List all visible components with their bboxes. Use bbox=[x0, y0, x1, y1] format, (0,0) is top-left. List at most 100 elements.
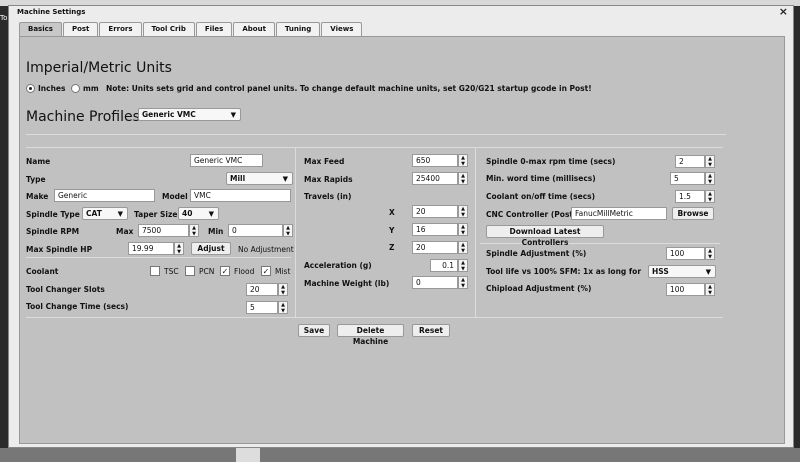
cnc-controller-input[interactable]: FanucMillMetric bbox=[571, 207, 667, 220]
save-button[interactable]: Save bbox=[298, 324, 330, 337]
type-select[interactable]: Mill ▼ bbox=[226, 172, 293, 185]
spindle-rpm-time-label: Spindle 0-max rpm time (secs) bbox=[486, 157, 616, 166]
tab-tuning[interactable]: Tuning bbox=[275, 22, 321, 36]
coolant-time-stepper[interactable]: ▲ ▼ bbox=[705, 190, 715, 203]
coolant-time-label: Coolant on/off time (secs) bbox=[486, 192, 596, 201]
spin-down-icon[interactable]: ▼ bbox=[461, 179, 465, 185]
spin-down-icon[interactable]: ▼ bbox=[708, 162, 712, 168]
max-rpm-stepper[interactable]: ▲ ▼ bbox=[189, 224, 199, 237]
make-input[interactable]: Generic bbox=[54, 189, 155, 202]
word-time-input[interactable]: 5 bbox=[670, 172, 705, 185]
spin-down-icon[interactable]: ▼ bbox=[461, 266, 465, 272]
spin-down-icon[interactable]: ▼ bbox=[461, 161, 465, 167]
acceleration-input[interactable]: 0.1 bbox=[430, 259, 458, 272]
name-input[interactable]: Generic VMC bbox=[190, 154, 263, 167]
close-icon[interactable]: × bbox=[779, 5, 788, 18]
dialog-titlebar[interactable]: Machine Settings × bbox=[9, 5, 793, 19]
profile-select[interactable]: Generic VMC ▼ bbox=[138, 108, 241, 121]
coolant-time-input[interactable]: 1.5 bbox=[675, 190, 705, 203]
y-travel-input[interactable]: 16 bbox=[412, 223, 458, 236]
tool-changer-slots-input[interactable]: 20 bbox=[246, 283, 278, 296]
max-rpm-input[interactable]: 7500 bbox=[138, 224, 189, 237]
check-icon: ✓ bbox=[262, 267, 270, 276]
chevron-down-icon: ▼ bbox=[230, 111, 236, 119]
min-rpm-label: Min bbox=[208, 227, 224, 236]
word-time-stepper[interactable]: ▲ ▼ bbox=[705, 172, 715, 185]
tool-change-time-label: Tool Change Time (secs) bbox=[26, 302, 129, 311]
profiles-heading: Machine Profiles bbox=[26, 109, 140, 125]
units-note: Note: Units sets grid and control panel … bbox=[106, 84, 592, 93]
max-spindle-hp-stepper[interactable]: ▲ ▼ bbox=[174, 242, 184, 255]
spin-down-icon[interactable]: ▼ bbox=[177, 249, 181, 255]
x-travel-stepper[interactable]: ▲ ▼ bbox=[458, 205, 468, 218]
spin-down-icon[interactable]: ▼ bbox=[461, 230, 465, 236]
machine-weight-stepper[interactable]: ▲ ▼ bbox=[458, 276, 468, 289]
taper-size-select[interactable]: 40 ▼ bbox=[178, 207, 219, 220]
flood-checkbox[interactable]: ✓ bbox=[220, 266, 230, 276]
tool-changer-slots-label: Tool Changer Slots bbox=[26, 285, 105, 294]
tab-errors[interactable]: Errors bbox=[99, 22, 142, 36]
model-input[interactable]: VMC bbox=[190, 189, 291, 202]
spin-down-icon[interactable]: ▼ bbox=[708, 254, 712, 260]
delete-machine-button[interactable]: Delete Machine bbox=[337, 324, 404, 346]
tab-about[interactable]: About bbox=[233, 22, 275, 36]
max-rapids-stepper[interactable]: ▲ ▼ bbox=[458, 172, 468, 185]
spin-down-icon[interactable]: ▼ bbox=[461, 283, 465, 289]
chevron-down-icon: ▼ bbox=[282, 175, 288, 183]
spindle-adjustment-label: Spindle Adjustment (%) bbox=[486, 249, 587, 258]
tool-change-time-stepper[interactable]: ▲ ▼ bbox=[278, 301, 288, 314]
min-rpm-stepper[interactable]: ▲ ▼ bbox=[283, 224, 293, 237]
spin-down-icon[interactable]: ▼ bbox=[192, 231, 196, 237]
z-travel-stepper[interactable]: ▲ ▼ bbox=[458, 241, 468, 254]
tab-post[interactable]: Post bbox=[62, 22, 99, 36]
download-controllers-button[interactable]: Download Latest Controllers bbox=[486, 225, 604, 247]
name-label: Name bbox=[26, 157, 51, 166]
tab-bar: Basics Post Errors Tool Crib Files About… bbox=[19, 22, 363, 36]
tsc-checkbox[interactable] bbox=[150, 266, 160, 276]
spin-down-icon[interactable]: ▼ bbox=[708, 290, 712, 296]
z-travel-input[interactable]: 20 bbox=[412, 241, 458, 254]
acceleration-stepper[interactable]: ▲ ▼ bbox=[458, 259, 468, 272]
spindle-rpm-time-input[interactable]: 2 bbox=[675, 155, 705, 168]
model-label: Model bbox=[162, 192, 188, 201]
spin-down-icon[interactable]: ▼ bbox=[281, 308, 285, 314]
spin-down-icon[interactable]: ▼ bbox=[286, 231, 290, 237]
spindle-rpm-time-stepper[interactable]: ▲ ▼ bbox=[705, 155, 715, 168]
chipload-adjustment-stepper[interactable]: ▲ ▼ bbox=[705, 283, 715, 296]
dialog-title: Machine Settings bbox=[17, 8, 86, 16]
chipload-adjustment-label: Chipload Adjustment (%) bbox=[486, 284, 592, 293]
spindle-type-select[interactable]: CAT ▼ bbox=[82, 207, 128, 220]
tab-tool-crib[interactable]: Tool Crib bbox=[142, 22, 195, 36]
tool-change-time-input[interactable]: 5 bbox=[246, 301, 278, 314]
min-rpm-input[interactable]: 0 bbox=[228, 224, 283, 237]
tab-basics[interactable]: Basics bbox=[19, 22, 62, 36]
units-heading: Imperial/Metric Units bbox=[26, 60, 172, 76]
spin-down-icon[interactable]: ▼ bbox=[708, 197, 712, 203]
tool-life-label: Tool life vs 100% SFM: 1x as long for bbox=[486, 267, 642, 276]
max-feed-stepper[interactable]: ▲ ▼ bbox=[458, 154, 468, 167]
spin-down-icon[interactable]: ▼ bbox=[708, 179, 712, 185]
browse-button[interactable]: Browse bbox=[672, 207, 714, 220]
spin-down-icon[interactable]: ▼ bbox=[461, 212, 465, 218]
spindle-adjustment-stepper[interactable]: ▲ ▼ bbox=[705, 247, 715, 260]
adjust-button[interactable]: Adjust bbox=[191, 242, 231, 255]
max-feed-input[interactable]: 650 bbox=[412, 154, 458, 167]
x-travel-input[interactable]: 20 bbox=[412, 205, 458, 218]
spin-down-icon[interactable]: ▼ bbox=[281, 290, 285, 296]
tab-files[interactable]: Files bbox=[195, 22, 233, 36]
max-rapids-input[interactable]: 25400 bbox=[412, 172, 458, 185]
tab-views[interactable]: Views bbox=[321, 22, 363, 36]
tool-life-select[interactable]: HSS ▼ bbox=[648, 265, 716, 278]
pcn-checkbox[interactable] bbox=[185, 266, 195, 276]
inches-radio[interactable] bbox=[26, 84, 35, 93]
machine-weight-input[interactable]: 0 bbox=[412, 276, 458, 289]
spindle-adjustment-input[interactable]: 100 bbox=[666, 247, 705, 260]
mm-radio[interactable] bbox=[71, 84, 80, 93]
chipload-adjustment-input[interactable]: 100 bbox=[666, 283, 705, 296]
mist-checkbox[interactable]: ✓ bbox=[261, 266, 271, 276]
reset-button[interactable]: Reset bbox=[412, 324, 450, 337]
spin-down-icon[interactable]: ▼ bbox=[461, 248, 465, 254]
tool-changer-slots-stepper[interactable]: ▲ ▼ bbox=[278, 283, 288, 296]
max-spindle-hp-input[interactable]: 19.99 bbox=[128, 242, 174, 255]
y-travel-stepper[interactable]: ▲ ▼ bbox=[458, 223, 468, 236]
